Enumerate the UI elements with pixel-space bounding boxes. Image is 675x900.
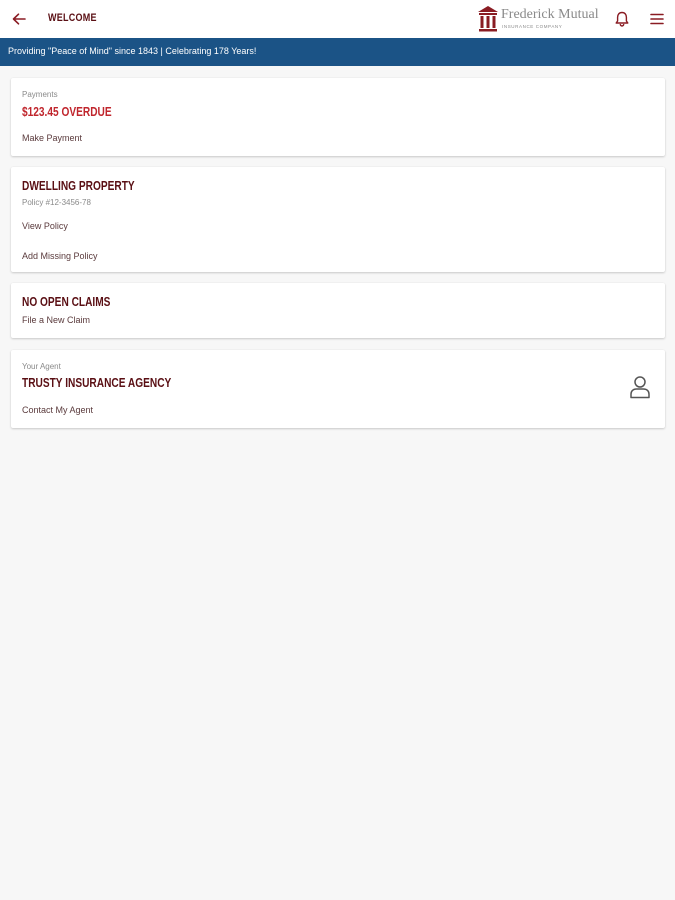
claims-title: NO OPEN CLAIMS [22,294,111,309]
policy-card: DWELLING PROPERTY Policy #12-3456-78 Vie… [11,167,665,272]
logo-subtitle: INSURANCE COMPANY [502,24,563,29]
make-payment-link[interactable]: Make Payment [22,133,82,143]
policy-number: Policy #12-3456-78 [22,198,91,207]
banner-text: Providing "Peace of Mind" since 1843 | C… [8,46,257,56]
logo-name: Frederick Mutual [501,7,599,22]
page-title: WELCOME [48,12,97,24]
add-missing-policy-link[interactable]: Add Missing Policy [22,251,98,261]
person-icon [630,376,650,399]
top-app-bar: WELCOME Frederick Mutual INSURANCE COMPA… [0,0,675,38]
notifications-button[interactable] [613,10,631,28]
arrow-left-icon [12,13,26,25]
payments-card: Payments $123.45 OVERDUE Make Payment [11,78,665,156]
company-logo: Frederick Mutual INSURANCE COMPANY [477,5,599,33]
policy-title: DWELLING PROPERTY [22,178,135,193]
agent-name: TRUSTY INSURANCE AGENCY [22,375,172,390]
agent-label: Your Agent [22,362,61,371]
bell-icon [615,11,629,27]
contact-agent-link[interactable]: Contact My Agent [22,405,93,415]
logo-building-icon [478,6,498,32]
claims-card: NO OPEN CLAIMS File a New Claim [11,283,665,338]
hamburger-menu-icon [650,13,664,25]
view-policy-link[interactable]: View Policy [22,221,68,231]
overdue-amount: $123.45 OVERDUE [22,104,112,119]
file-new-claim-link[interactable]: File a New Claim [22,315,90,325]
info-banner: Providing "Peace of Mind" since 1843 | C… [0,38,675,66]
menu-button[interactable] [648,11,666,27]
back-button[interactable] [9,9,29,29]
payments-label: Payments [22,90,58,99]
agent-card: Your Agent TRUSTY INSURANCE AGENCY Conta… [11,350,665,428]
